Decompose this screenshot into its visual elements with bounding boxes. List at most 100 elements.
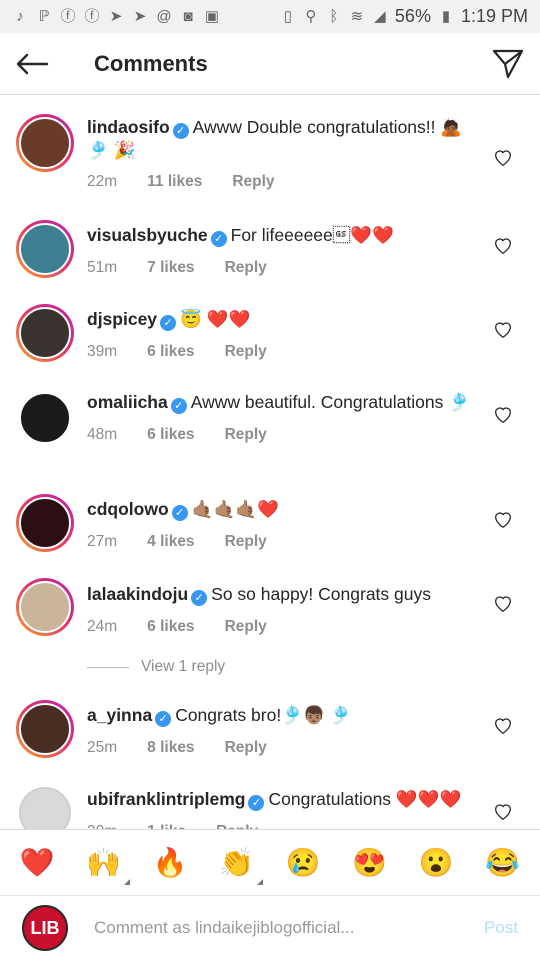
quick-reactions-bar: ❤️ 🙌 🔥 👏 😢 😍 😮 😂 <box>0 829 540 895</box>
reply-button[interactable]: Reply <box>216 821 258 829</box>
comment-text: 😇 ❤️❤️ <box>180 309 251 329</box>
back-arrow-icon[interactable] <box>0 33 64 95</box>
heart-icon[interactable] <box>492 403 514 425</box>
comment-username[interactable]: omaliicha <box>87 392 168 412</box>
clap-emoji-button[interactable]: 👏 <box>215 841 263 885</box>
verified-badge-icon: ✓ <box>170 398 187 414</box>
telegram-icon: ➤ <box>133 7 147 25</box>
heart-icon[interactable] <box>492 714 514 736</box>
comment-time: 27m <box>87 533 118 550</box>
heart-eyes-emoji-button[interactable]: 😍 <box>348 841 392 885</box>
verified-badge-icon: ✓ <box>248 795 265 811</box>
vibrate-icon: ▯ <box>283 7 293 25</box>
verified-badge-icon: ✓ <box>172 123 189 139</box>
comment-time: 25m <box>87 739 118 756</box>
view-replies-button[interactable]: View 1 reply <box>87 658 225 676</box>
facebook-icon: ⓕ <box>60 7 76 25</box>
send-icon[interactable] <box>476 33 540 95</box>
bluetooth-icon: ᛒ <box>329 7 339 25</box>
telegram-icon: ➤ <box>109 7 123 25</box>
laughing-emoji-button[interactable]: 😂 <box>481 841 525 885</box>
comment-time: 20m <box>87 821 117 829</box>
reply-button[interactable]: Reply <box>225 424 267 446</box>
comment-input[interactable] <box>94 918 454 938</box>
heart-icon[interactable] <box>492 146 514 168</box>
heart-icon[interactable] <box>492 592 514 614</box>
email-icon: @ <box>156 7 172 25</box>
page-title: Comments <box>94 50 208 76</box>
surprised-emoji-button[interactable]: 😮 <box>414 841 458 885</box>
avatar[interactable] <box>16 114 74 172</box>
comment-composer: LIB Post <box>0 895 540 960</box>
comment-username[interactable]: ubifranklintriplemg <box>87 789 245 809</box>
comment-likes[interactable]: 6 likes <box>147 341 194 363</box>
reply-button[interactable]: Reply <box>225 257 267 279</box>
comment-time: 22m <box>87 173 118 190</box>
crying-emoji-button[interactable]: 😢 <box>281 841 325 885</box>
heart-emoji-button[interactable]: ❤️ <box>15 841 59 885</box>
skin-tone-indicator-icon <box>123 878 130 885</box>
comment-text: 🤙🏽🤙🏽🤙🏽❤️ <box>191 499 279 519</box>
raised-hands-emoji: 🙌 <box>86 847 122 878</box>
heart-icon[interactable] <box>492 234 514 256</box>
comment-likes[interactable]: 1 like <box>147 821 186 829</box>
comment-list[interactable]: lindaosifo ✓ Awww Double congratulations!!… <box>0 96 540 829</box>
heart-icon[interactable] <box>492 508 514 530</box>
verified-badge-icon: ✓ <box>155 711 172 727</box>
heart-icon[interactable] <box>492 800 514 822</box>
notification-icons: ♪ ℙ ⓕ ⓕ ➤ ➤ @ ◙ ▣ <box>12 7 220 25</box>
reply-button[interactable]: Reply <box>232 171 274 193</box>
facebook-icon: ⓕ <box>84 7 100 25</box>
clock: 1:19 PM <box>460 6 528 26</box>
avatar[interactable] <box>16 578 74 636</box>
verified-badge-icon: ✓ <box>210 231 227 247</box>
comment-likes[interactable]: 7 likes <box>147 257 194 279</box>
reply-button[interactable]: Reply <box>225 737 267 759</box>
skin-tone-indicator-icon <box>256 878 263 885</box>
comment-time: 48m <box>87 426 118 443</box>
verified-badge-icon: ✓ <box>171 505 188 521</box>
comment-username[interactable]: visualsbyuche <box>87 225 208 245</box>
comment-text: Awww beautiful. Congratulations 🎐 <box>190 392 470 412</box>
avatar[interactable] <box>16 220 74 278</box>
reply-button[interactable]: Reply <box>225 616 267 638</box>
avatar[interactable] <box>16 304 74 362</box>
post-button[interactable]: Post <box>484 918 518 938</box>
chat-icon: ◙ <box>183 7 193 25</box>
comment-likes[interactable]: 4 likes <box>147 531 194 553</box>
fire-emoji-button[interactable]: 🔥 <box>148 841 192 885</box>
comment-likes[interactable]: 11 likes <box>147 171 202 193</box>
status-bar: ♪ ℙ ⓕ ⓕ ➤ ➤ @ ◙ ▣ ▯ ⚲ ᛒ ≋ ◢ 56% ▮ 1:19 P… <box>0 0 540 33</box>
comment-username[interactable]: lalaakindoju <box>87 584 188 604</box>
reply-button[interactable]: Reply <box>225 531 267 553</box>
avatar[interactable] <box>16 700 74 758</box>
comment-time: 39m <box>87 343 118 360</box>
system-icons: ▯ ⚲ ᛒ ≋ ◢ 56% ▮ 1:19 PM <box>280 6 528 27</box>
location-icon: ⚲ <box>305 7 317 25</box>
raised-hands-emoji-button[interactable]: 🙌 <box>82 841 130 885</box>
avatar[interactable] <box>16 389 74 447</box>
heart-icon[interactable] <box>492 318 514 340</box>
comment-text: For lifeeeeee ❤️❤️ <box>230 225 394 245</box>
tiktok-icon: ♪ <box>16 7 24 25</box>
divider <box>87 666 129 668</box>
verified-badge-icon: ✓ <box>160 315 177 331</box>
wifi-icon: ≋ <box>350 7 364 25</box>
comment-username[interactable]: a_yinna <box>87 705 152 725</box>
pinterest-icon: ℙ <box>38 7 50 25</box>
reply-button[interactable]: Reply <box>225 341 267 363</box>
comment-text: Congratulations ❤️❤️❤️ <box>268 789 462 809</box>
comment-text: Congrats bro!🎐👦🏽 🎐 <box>175 705 352 725</box>
comment-username[interactable]: djspicey <box>87 309 157 329</box>
comment-likes[interactable]: 6 likes <box>147 616 194 638</box>
comment-username[interactable]: lindaosifo <box>87 117 170 137</box>
avatar: LIB <box>22 905 68 951</box>
comment-likes[interactable]: 6 likes <box>147 424 194 446</box>
battery-icon: ▮ <box>441 7 451 25</box>
avatar[interactable] <box>16 784 74 829</box>
avatar[interactable] <box>16 494 74 552</box>
signal-icon: ◢ <box>374 7 386 25</box>
comment-likes[interactable]: 8 likes <box>147 737 194 759</box>
comment-username[interactable]: cdqolowo <box>87 499 169 519</box>
battery-percent: 56% <box>394 6 431 26</box>
